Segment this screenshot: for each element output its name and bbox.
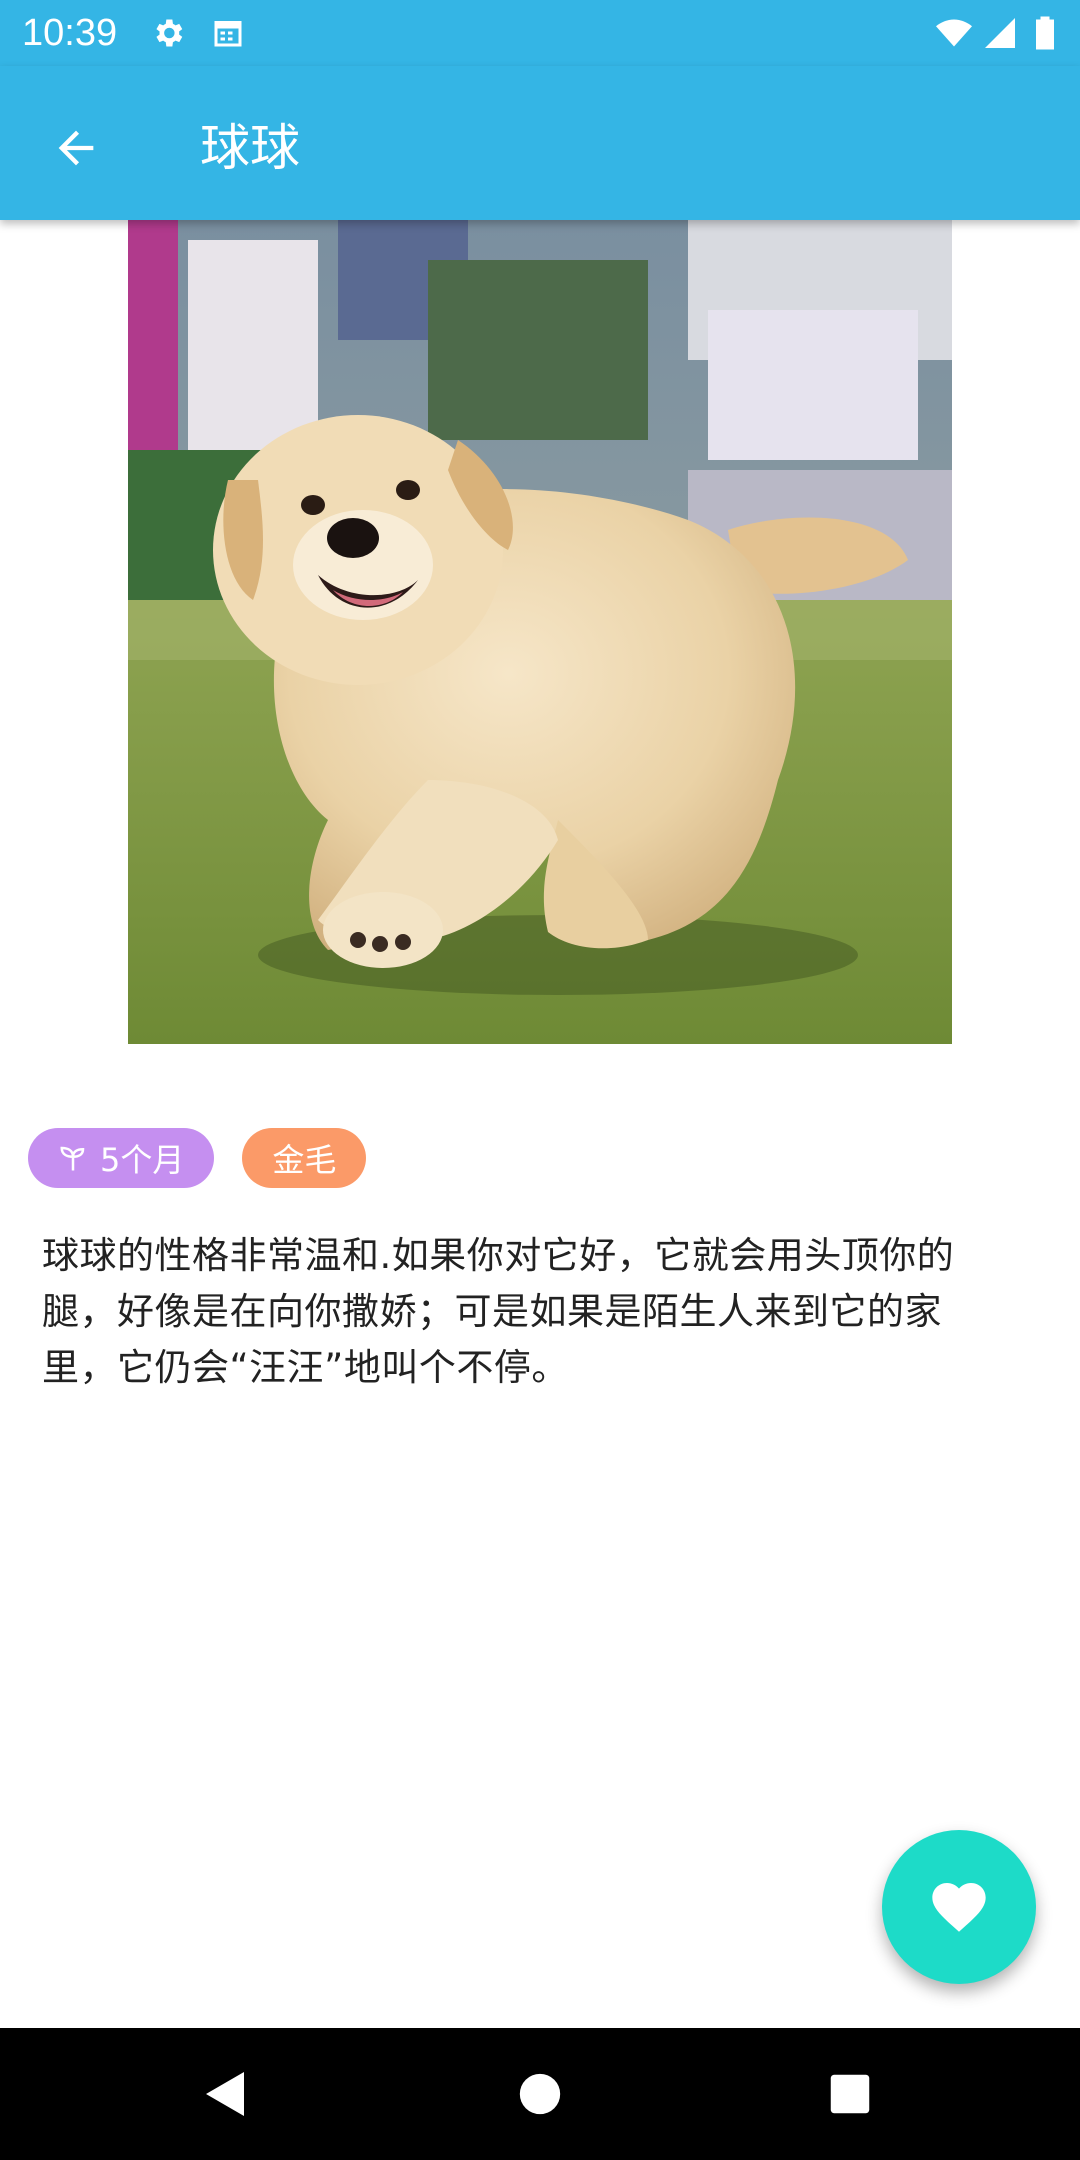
nav-back-button[interactable] [178, 2046, 274, 2142]
sprout-icon [60, 1146, 85, 1171]
pet-photo [128, 220, 952, 1044]
page-title: 球球 [200, 119, 300, 177]
status-bar: 10:39 [0, 0, 1080, 66]
age-tag-label: 5个月 [100, 1141, 185, 1179]
home-circle-icon [519, 2073, 561, 2115]
breed-tag: 金毛 [242, 1128, 367, 1188]
pet-tags: 5个月 金毛 [28, 1128, 367, 1188]
age-tag: 5个月 [28, 1128, 215, 1188]
recents-square-icon [830, 2074, 870, 2114]
signal-icon [985, 18, 1015, 48]
nav-home-button[interactable] [492, 2046, 588, 2142]
battery-icon [1036, 16, 1054, 50]
golden-retriever-puppy-photo [128, 220, 952, 1044]
status-time: 10:39 [22, 12, 118, 54]
app-bar: 球球 [0, 66, 1080, 220]
settings-icon [156, 19, 183, 47]
back-triangle-icon [206, 2072, 244, 2116]
calendar-icon [214, 21, 242, 47]
nav-recents-button[interactable] [802, 2046, 898, 2142]
wifi-icon [936, 19, 972, 47]
back-button[interactable] [34, 106, 118, 190]
pet-description: 球球的性格非常温和.如果你对它好，它就会用头顶你的腿，好像是在向你撒娇；可是如果… [42, 1234, 955, 1389]
breed-tag-label: 金毛 [272, 1141, 337, 1179]
arrow-back-icon [58, 130, 94, 166]
heart-icon [932, 1883, 986, 1932]
favorite-button[interactable] [882, 1830, 1036, 1984]
navigation-bar [0, 2028, 1080, 2160]
